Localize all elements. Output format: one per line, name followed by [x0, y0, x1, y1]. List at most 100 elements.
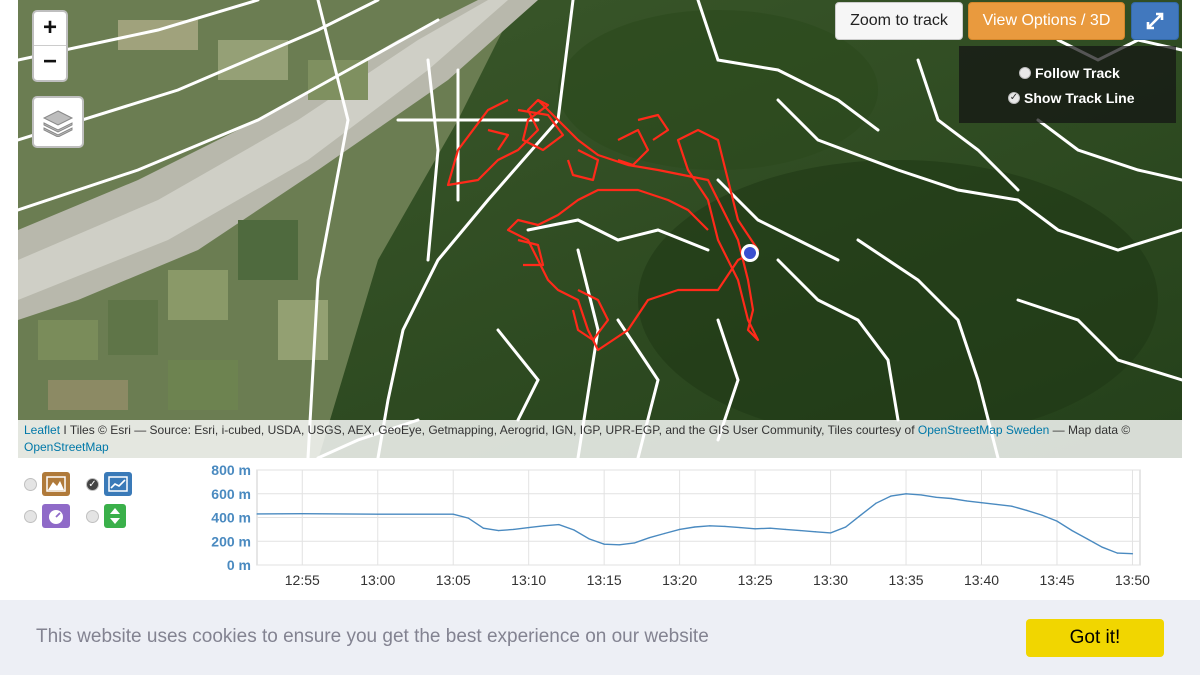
- attribution-tail: — Map data ©: [1049, 423, 1131, 437]
- show-track-line-option[interactable]: ✓ Show Track Line: [1008, 90, 1134, 106]
- y-tick-label: 800 m: [211, 462, 251, 478]
- osm-sweden-link[interactable]: OpenStreetMap Sweden: [918, 423, 1049, 437]
- elevation-series-line: [256, 493, 1133, 555]
- map[interactable]: + − Zoom to track View Options / 3D Foll…: [18, 0, 1182, 458]
- chart-type-controls: ✓: [24, 466, 144, 536]
- elevation-data-point: [1011, 505, 1013, 507]
- follow-track-option[interactable]: Follow Track: [1019, 65, 1120, 81]
- elevation-data-point: [1026, 509, 1028, 511]
- elevation-data-point: [618, 544, 620, 546]
- elevation-data-point: [663, 532, 666, 535]
- elevation-data-point: [784, 528, 786, 530]
- cookie-message: This website uses cookies to ensure you …: [36, 626, 709, 647]
- elevation-data-point: [980, 502, 983, 504]
- vertical-speed-radio[interactable]: [86, 509, 99, 523]
- show-track-line-label: Show Track Line: [1024, 90, 1135, 106]
- elevation-data-point: [573, 529, 575, 531]
- elevation-data-point: [452, 513, 454, 515]
- x-tick-label: 13:20: [662, 572, 697, 588]
- view-options-button[interactable]: View Options / 3D: [968, 2, 1125, 40]
- attribution-text: I Tiles © Esri — Source: Esri, i-cubed, …: [60, 423, 918, 437]
- zoom-out-button[interactable]: −: [34, 46, 66, 80]
- line-chart-icon[interactable]: [104, 472, 132, 496]
- elevation-data-point: [256, 513, 258, 515]
- elevation-data-point: [860, 514, 862, 516]
- zoom-to-track-button[interactable]: Zoom to track: [835, 2, 963, 40]
- elevation-data-point: [648, 537, 651, 539]
- track-options-panel: Follow Track ✓ Show Track Line: [959, 46, 1176, 123]
- y-tick-label: 200 m: [211, 533, 251, 549]
- x-tick-label: 13:45: [1039, 572, 1074, 588]
- y-tick-label: 400 m: [211, 510, 251, 526]
- elevation-data-point: [799, 529, 801, 532]
- speed-option[interactable]: [24, 504, 70, 528]
- speedometer-icon[interactable]: [42, 504, 70, 528]
- elevation-data-point: [633, 542, 635, 544]
- elevation-data-point: [1086, 538, 1088, 540]
- zoom-in-button[interactable]: +: [34, 12, 66, 46]
- elevation-data-point: [724, 525, 726, 528]
- elevation-data-point: [512, 528, 515, 530]
- speed-radio[interactable]: [24, 509, 37, 523]
- cookie-accept-button[interactable]: Got it!: [1026, 619, 1164, 657]
- x-tick-label: 13:05: [436, 572, 471, 588]
- elevation-data-point: [814, 531, 817, 533]
- elevation-data-point: [965, 500, 968, 502]
- expand-icon: [1146, 12, 1164, 30]
- show-track-line-checkbox[interactable]: ✓: [1008, 92, 1020, 104]
- elevation-line-radio[interactable]: ✓: [86, 477, 99, 491]
- elevation-line-option[interactable]: ✓: [86, 472, 132, 496]
- elevation-data-point: [754, 528, 756, 530]
- elevation-data-point: [603, 543, 605, 545]
- elevation-data-point: [497, 529, 500, 532]
- leaflet-link[interactable]: Leaflet: [24, 423, 60, 437]
- elevation-data-point: [588, 538, 590, 540]
- elevation-data-point: [829, 532, 832, 534]
- elevation-data-point: [1101, 546, 1103, 548]
- elevation-area-radio[interactable]: [24, 477, 37, 491]
- x-tick-label: 13:25: [738, 572, 773, 588]
- elevation-data-point: [769, 527, 771, 529]
- elevation-data-point: [377, 513, 379, 515]
- elevation-area-option[interactable]: [24, 472, 70, 496]
- elevation-data-point: [890, 495, 892, 497]
- elevation-data-point: [543, 525, 545, 527]
- elevation-data-point: [996, 503, 998, 506]
- vertical-speed-option[interactable]: [86, 504, 126, 528]
- elevation-data-point: [467, 517, 469, 519]
- elevation-data-point: [1131, 553, 1134, 555]
- elevation-data-point: [1056, 520, 1058, 522]
- elevation-data-point: [1071, 529, 1073, 532]
- x-tick-label: 13:40: [964, 572, 999, 588]
- y-tick-label: 600 m: [211, 486, 251, 502]
- x-tick-label: 13:30: [813, 572, 848, 588]
- elevation-data-point: [679, 528, 681, 530]
- zoom-control: + −: [32, 10, 68, 82]
- elevation-data-point: [950, 497, 952, 500]
- x-tick-label: 13:15: [587, 572, 622, 588]
- fullscreen-button[interactable]: [1131, 2, 1179, 40]
- x-tick-label: 13:00: [360, 572, 395, 588]
- layers-button[interactable]: [32, 96, 84, 148]
- elevation-data-point: [845, 526, 847, 528]
- elevation-data-point: [920, 494, 922, 496]
- up-down-arrows-icon[interactable]: [104, 504, 126, 528]
- elevation-data-point: [935, 496, 937, 498]
- osm-link[interactable]: OpenStreetMap: [24, 440, 109, 454]
- x-tick-label: 13:10: [511, 572, 546, 588]
- elevation-data-point: [709, 525, 711, 527]
- elevation-data-point: [482, 527, 485, 529]
- follow-track-label: Follow Track: [1035, 65, 1120, 81]
- layers-icon: [42, 110, 74, 137]
- elevation-data-point: [558, 524, 560, 526]
- elevation-data-point: [905, 493, 907, 495]
- terrain-icon[interactable]: [42, 472, 70, 496]
- elevation-data-point: [739, 526, 741, 529]
- elevation-data-point: [301, 513, 303, 515]
- follow-track-radio[interactable]: [1019, 67, 1031, 79]
- x-tick-label: 12:55: [285, 572, 320, 588]
- elevation-data-point: [1116, 552, 1118, 554]
- elevation-chart: 800 m 600 m 400 m 200 m 0 m 12:55 13:00 13:05 13…: [211, 462, 1150, 588]
- x-tick-label: 13:35: [889, 572, 924, 588]
- elevation-data-point: [694, 526, 696, 528]
